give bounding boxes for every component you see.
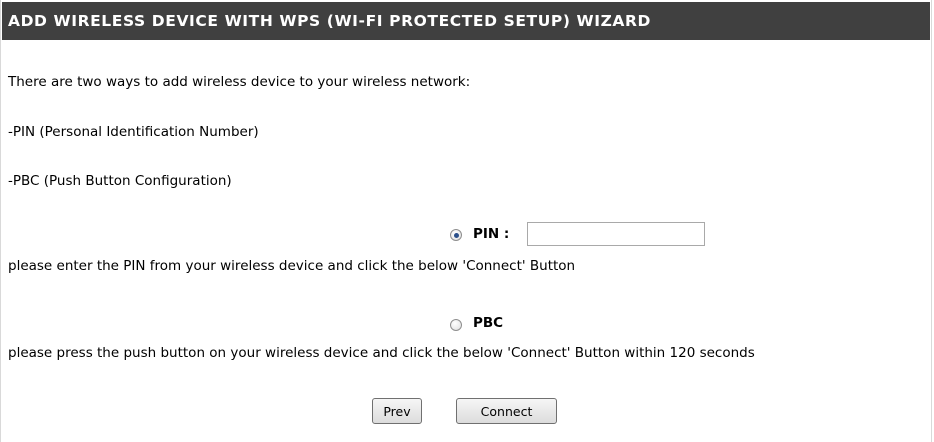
pbc-label: PBC (473, 315, 504, 331)
pin-instructions: please enter the PIN from your wireless … (8, 258, 576, 274)
pin-label: PIN : (473, 226, 510, 242)
prev-button[interactable]: Prev (372, 398, 422, 424)
pin-input[interactable] (527, 222, 705, 246)
pin-method-description: -PIN (Personal Identification Number) (8, 124, 259, 140)
pbc-instructions: please press the push button on your wir… (8, 345, 755, 361)
pbc-method-description: -PBC (Push Button Configuration) (8, 173, 232, 189)
wps-wizard-panel: ADD WIRELESS DEVICE WITH WPS (WI-FI PROT… (0, 0, 932, 442)
pbc-radio[interactable] (450, 319, 462, 331)
page-title: ADD WIRELESS DEVICE WITH WPS (WI-FI PROT… (2, 2, 930, 40)
intro-text: There are two ways to add wireless devic… (8, 74, 471, 90)
connect-button[interactable]: Connect (456, 398, 557, 424)
pin-radio[interactable] (450, 229, 462, 241)
